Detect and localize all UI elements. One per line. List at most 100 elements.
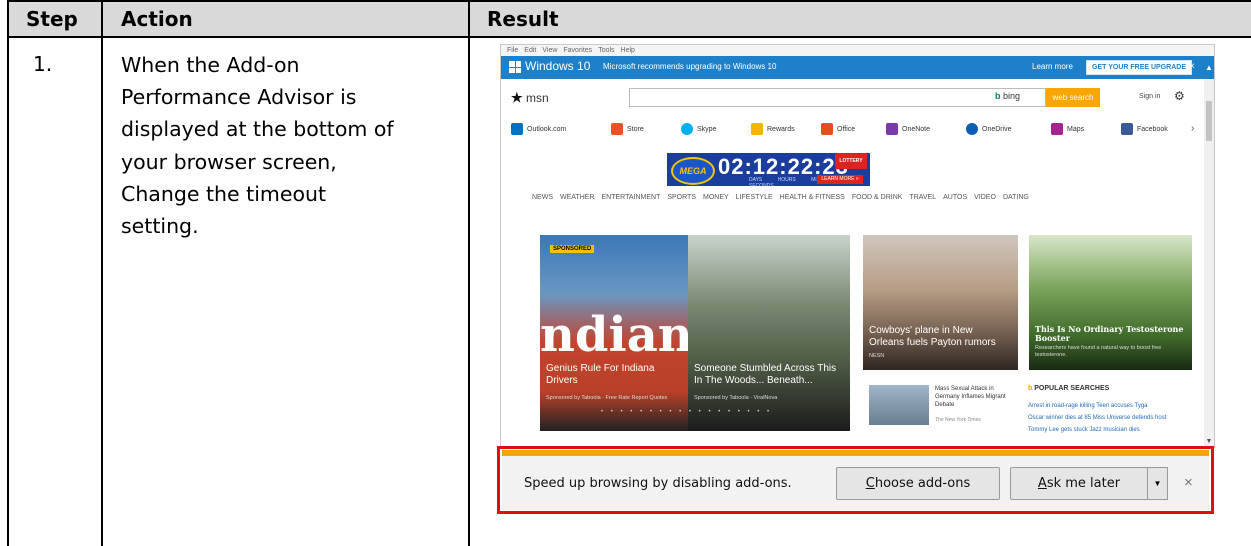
nav-dating[interactable]: DATING (1003, 194, 1029, 201)
shortcut-onedrive[interactable]: OneDrive (966, 123, 1012, 137)
onedrive-icon (966, 123, 978, 136)
highlight-box (497, 446, 1214, 514)
action-line: your browser screen, (121, 149, 337, 174)
tile-caption: Cowboys' plane in New Orleans fuels Payt… (869, 325, 996, 348)
menu-edit[interactable]: Edit (524, 47, 536, 54)
outlook-icon (511, 123, 523, 136)
browser-menubar: File Edit View Favorites Tools Help (501, 45, 1214, 56)
win10-message: Microsoft recommends upgrading to Window… (603, 62, 777, 71)
shortcut-office[interactable]: Office (821, 123, 855, 137)
scroll-up-arrow-icon[interactable]: ▲ (1204, 56, 1214, 79)
action-line: Performance Advisor is (121, 85, 357, 110)
col-divider-1 (101, 0, 103, 546)
chevron-right-icon[interactable]: › (1191, 123, 1194, 134)
menu-favorites[interactable]: Favorites (563, 47, 592, 54)
search-input[interactable] (629, 88, 1046, 107)
popular-search-row[interactable]: Tommy Lee gets stuck Jazz musician dies (1028, 427, 1140, 433)
action-line: setting. (121, 214, 199, 239)
shortcut-outlook[interactable]: Outlook.com (511, 123, 566, 137)
tile-testosterone[interactable]: This Is No Ordinary Testosterone Booster… (1029, 235, 1192, 370)
nav-travel[interactable]: TRAVEL (909, 194, 936, 201)
popular-searches-title: b POPULAR SEARCHES (1028, 385, 1110, 392)
nav-sports[interactable]: SPORTS (667, 194, 696, 201)
nav-autos[interactable]: AUTOS (943, 194, 967, 201)
tile-woods-story[interactable]: Someone Stumbled Across This In The Wood… (688, 235, 850, 431)
browser-screenshot: File Edit View Favorites Tools Help Windows 1… (500, 44, 1215, 448)
bing-icon: b (1028, 385, 1033, 392)
story-headline[interactable]: Mass Sexual Attack in Germany Inflames M… (935, 385, 1015, 409)
menu-help[interactable]: Help (621, 47, 635, 54)
mega-millions-logo: MEGA (671, 157, 715, 185)
shortcut-bar: Outlook.com Store Skype Rewards Office O… (501, 123, 1204, 143)
step-number: 1. (33, 52, 53, 76)
rewards-icon (751, 123, 763, 136)
lottery-badge: LOTTERY (835, 153, 867, 169)
shortcut-facebook[interactable]: Facebook (1121, 123, 1168, 137)
header-action: Action (121, 7, 193, 31)
sign-in-link[interactable]: Sign in (1139, 93, 1160, 100)
nav-entertainment[interactable]: ENTERTAINMENT (601, 194, 660, 201)
tile-cowboys[interactable]: Cowboys' plane in New Orleans fuels Payt… (863, 235, 1018, 370)
sponsored-badge: SPONSORED (550, 245, 595, 253)
free-upgrade-button[interactable]: GET YOUR FREE UPGRADE (1086, 60, 1192, 75)
story-thumbnail[interactable] (869, 385, 929, 425)
header-result: Result (487, 7, 559, 31)
lottery-ad-banner[interactable]: MEGA 02:12:22:23 DAYS HOURS MINUTES SECO… (667, 153, 870, 186)
shortcut-store[interactable]: Store (611, 123, 644, 137)
close-icon[interactable]: × (1189, 61, 1195, 72)
office-icon (821, 123, 833, 136)
shortcut-maps[interactable]: Maps (1051, 123, 1084, 137)
action-text: When the Add-on Performance Advisor is d… (121, 49, 441, 242)
nav-money[interactable]: MONEY (703, 194, 729, 201)
table-border-top (7, 0, 1251, 2)
msn-logo[interactable]: ★ msn (511, 90, 549, 106)
store-icon (611, 123, 623, 136)
menu-tools[interactable]: Tools (598, 47, 614, 54)
action-line: Change the timeout (121, 181, 327, 206)
tile-indiana-drivers[interactable]: SPONSORED ndian Genius Rule For Indiana … (540, 235, 688, 431)
col-divider-left (7, 0, 9, 546)
win10-learn-more-link[interactable]: Learn more (1032, 62, 1073, 71)
story-source: The New York Times (935, 417, 981, 423)
tile-caption: This Is No Ordinary Testosterone Booster (1035, 324, 1184, 343)
ad-learn-more-button[interactable]: LEARN MORE » (817, 175, 863, 184)
shortcut-skype[interactable]: Skype (681, 123, 716, 137)
nav-lifestyle[interactable]: LIFESTYLE (736, 194, 773, 201)
tile-sub: Researchers have found a natural way to … (1035, 345, 1162, 358)
action-line: When the Add-on (121, 53, 300, 77)
carousel-dots[interactable]: • • • • • • • • • • • • • • • • • • (601, 409, 772, 415)
popular-search-row[interactable]: Oscar winner dies at 85 Miss Universe de… (1028, 415, 1166, 421)
gear-icon[interactable]: ⚙ (1174, 89, 1185, 103)
scroll-thumb[interactable] (1206, 101, 1212, 141)
tile-sponsor: Sponsored by Taboola · Free Rate Report … (546, 395, 668, 401)
windows10-upgrade-bar: Windows 10 Microsoft recommends upgradin… (501, 56, 1204, 79)
maps-icon (1051, 123, 1063, 136)
menu-file[interactable]: File (507, 47, 518, 54)
header-step: Step (26, 7, 78, 31)
facebook-icon (1121, 123, 1133, 136)
menu-view[interactable]: View (542, 47, 557, 54)
tile-caption: Genius Rule For Indiana Drivers (546, 363, 655, 386)
shortcut-rewards[interactable]: Rewards (751, 123, 795, 137)
skype-icon (681, 123, 693, 136)
shortcut-onenote[interactable]: OneNote (886, 123, 930, 137)
header-divider (7, 36, 1251, 38)
web-search-button[interactable]: web search (1046, 88, 1100, 107)
windows-logo-icon (509, 61, 521, 73)
tile-caption: Someone Stumbled Across This In The Wood… (694, 363, 837, 386)
nav-weather[interactable]: WEATHER (560, 194, 594, 201)
tile-sponsor: Sponsored by Taboola · ViralNova (694, 395, 778, 401)
col-divider-2 (468, 0, 470, 546)
bing-logo: b bing (995, 91, 1021, 101)
vertical-scrollbar[interactable]: ▼ (1204, 79, 1214, 447)
nav-video[interactable]: VIDEO (974, 194, 996, 201)
action-line: displayed at the bottom of (121, 117, 394, 142)
indiana-art-text: ndian (540, 307, 688, 363)
table-header-row (7, 0, 1251, 37)
nav-news[interactable]: NEWS (532, 194, 553, 201)
nav-food-drink[interactable]: FOOD & DRINK (852, 194, 903, 201)
category-nav: NEWS WEATHER ENTERTAINMENT SPORTS MONEY LIFES… (532, 194, 1036, 201)
popular-searches-panel: b POPULAR SEARCHES Arrest in road-rage k… (1018, 379, 1194, 445)
popular-search-row[interactable]: Arrest in road-rage killing Teen accuses… (1028, 403, 1148, 409)
nav-health-fitness[interactable]: HEALTH & FITNESS (780, 194, 845, 201)
